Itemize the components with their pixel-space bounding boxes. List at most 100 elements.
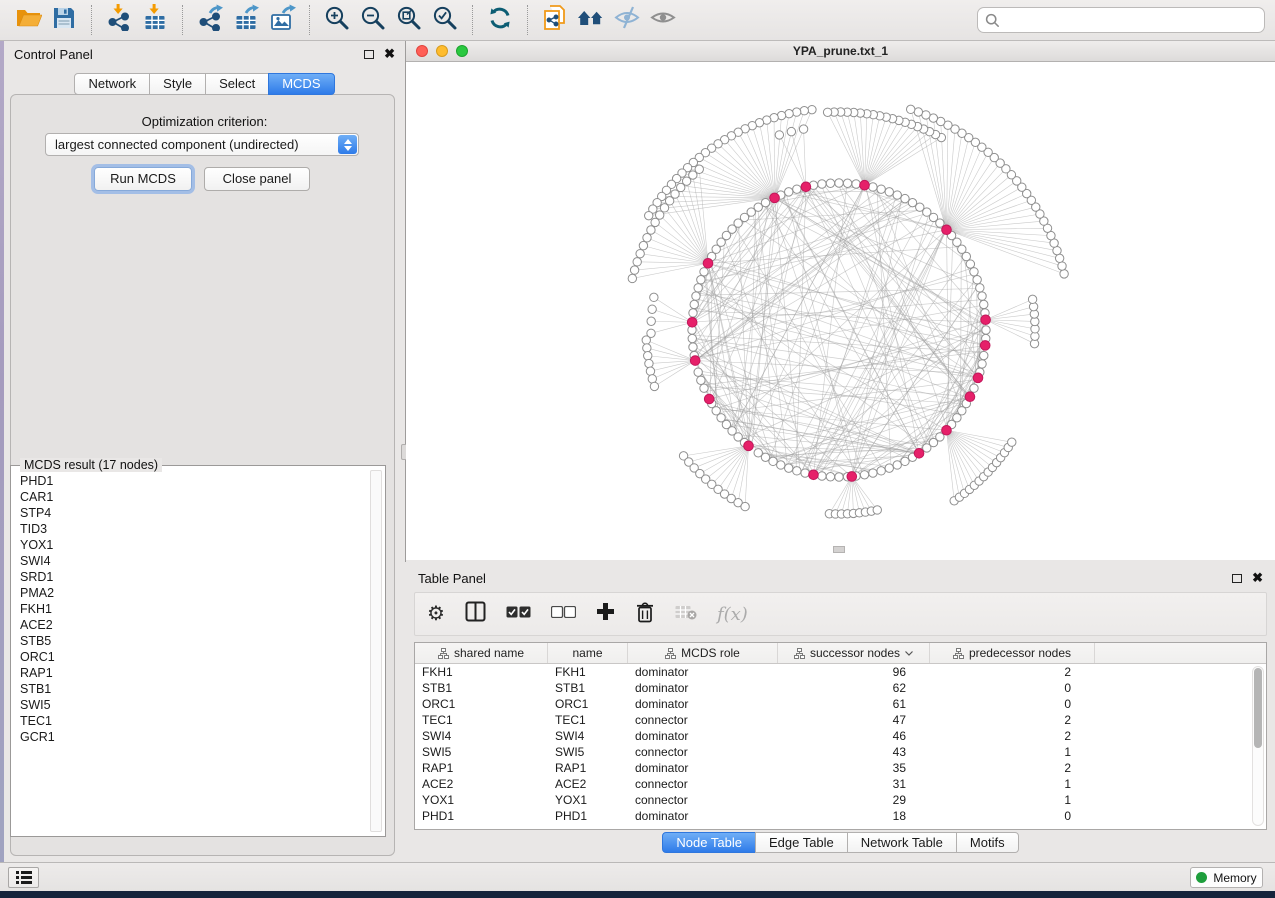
tab-edge-table[interactable]: Edge Table	[755, 832, 848, 853]
tab-motifs[interactable]: Motifs	[956, 832, 1019, 853]
tab-network-table[interactable]: Network Table	[847, 832, 957, 853]
zoom-out-icon	[360, 5, 386, 36]
run-mcds-button[interactable]: Run MCDS	[94, 167, 192, 191]
table-row[interactable]: PHD1PHD1dominator180	[415, 808, 1250, 824]
first-neighbors-button[interactable]	[573, 4, 609, 36]
table-row[interactable]: SWI5SWI5connector431	[415, 744, 1250, 760]
criterion-selected-value: largest connected component (undirected)	[55, 137, 299, 152]
zoom-in-button[interactable]	[319, 4, 355, 36]
mcds-result-item[interactable]: GCR1	[20, 729, 367, 745]
sort-descending-icon	[905, 651, 913, 656]
mcds-result-item[interactable]: SWI4	[20, 553, 367, 569]
status-bar: Memory	[0, 862, 1275, 891]
mcds-result-item[interactable]: FKH1	[20, 601, 367, 617]
mcds-result-item[interactable]: STP4	[20, 505, 367, 521]
table-toolbar: ⚙ f(x)	[414, 592, 1267, 636]
show-columns-button[interactable]	[465, 599, 486, 629]
save-session-button[interactable]	[46, 4, 82, 36]
table-row[interactable]: FKH1FKH1dominator962	[415, 664, 1250, 680]
clone-network-button[interactable]	[537, 4, 573, 36]
table-scrollbar-track[interactable]	[1252, 666, 1264, 826]
hide-selected-button[interactable]	[609, 4, 645, 36]
export-image-button[interactable]	[264, 4, 300, 36]
mcds-result-item[interactable]: SWI5	[20, 697, 367, 713]
open-file-button[interactable]	[10, 4, 46, 36]
table-row[interactable]: ORC1ORC1dominator610	[415, 696, 1250, 712]
float-panel-icon[interactable]	[1232, 574, 1242, 583]
create-column-button[interactable]	[596, 599, 615, 629]
column-header-name[interactable]: name	[548, 643, 628, 663]
memory-label: Memory	[1213, 871, 1256, 885]
import-table-button[interactable]	[137, 4, 173, 36]
import-network-button[interactable]	[101, 4, 137, 36]
delete-table-button-disabled[interactable]	[675, 599, 697, 629]
tab-node-table[interactable]: Node Table	[662, 832, 756, 853]
zoom-selected-button[interactable]	[427, 4, 463, 36]
export-image-icon	[269, 4, 296, 36]
memory-status-icon	[1196, 872, 1207, 883]
export-network-button[interactable]	[192, 4, 228, 36]
table-settings-button[interactable]: ⚙	[427, 599, 445, 629]
network-graph[interactable]	[406, 62, 1275, 560]
column-header-predecessor-nodes[interactable]: predecessor nodes	[930, 643, 1095, 663]
mcds-result-item[interactable]: YOX1	[20, 537, 367, 553]
tab-style[interactable]: Style	[149, 73, 206, 95]
column-header-successor-nodes[interactable]: successor nodes	[778, 643, 930, 663]
horizontal-splitter-handle[interactable]	[833, 546, 845, 553]
result-scrollbar-track[interactable]	[370, 470, 382, 832]
table-row[interactable]: TEC1TEC1connector472	[415, 712, 1250, 728]
mcds-result-item[interactable]: ACE2	[20, 617, 367, 633]
import-network-icon	[106, 4, 132, 36]
mcds-result-item[interactable]: PMA2	[20, 585, 367, 601]
close-panel-icon[interactable]: ✖	[384, 49, 395, 59]
show-all-button[interactable]	[645, 4, 681, 36]
table-row[interactable]: ACE2ACE2connector311	[415, 776, 1250, 792]
export-table-button[interactable]	[228, 4, 264, 36]
list-icon	[16, 871, 32, 884]
close-panel-icon[interactable]: ✖	[1252, 573, 1263, 583]
mcds-result-item[interactable]: ORC1	[20, 649, 367, 665]
control-panel-titlebar: Control Panel ✖	[4, 41, 405, 67]
status-list-button[interactable]	[8, 867, 39, 888]
select-all-columns-button[interactable]	[506, 599, 531, 629]
toolbar-separator	[309, 5, 310, 35]
search-box[interactable]	[977, 7, 1265, 33]
delete-column-button[interactable]	[635, 599, 655, 629]
clone-network-icon	[542, 4, 568, 36]
function-builder-button-disabled[interactable]: f(x)	[717, 599, 748, 629]
table-row[interactable]: STB1STB1dominator620	[415, 680, 1250, 696]
close-panel-button[interactable]: Close panel	[204, 167, 310, 191]
tab-network[interactable]: Network	[74, 73, 150, 95]
table-row[interactable]: SWI4SWI4dominator462	[415, 728, 1250, 744]
zoom-fit-button[interactable]	[391, 4, 427, 36]
column-header-shared-name[interactable]: shared name	[415, 643, 548, 663]
table-scrollbar-thumb[interactable]	[1254, 668, 1262, 748]
column-header-mcds-role[interactable]: MCDS role	[628, 643, 778, 663]
deselect-all-columns-button[interactable]	[551, 599, 576, 629]
tab-select[interactable]: Select	[205, 73, 269, 95]
mcds-result-item[interactable]: CAR1	[20, 489, 367, 505]
column-type-icon	[794, 648, 805, 659]
columns-icon	[465, 601, 486, 627]
mcds-result-item[interactable]: STB1	[20, 681, 367, 697]
export-network-icon	[197, 4, 223, 36]
mcds-result-item[interactable]: TID3	[20, 521, 367, 537]
search-input[interactable]	[1005, 10, 1257, 30]
mcds-result-item[interactable]: SRD1	[20, 569, 367, 585]
float-panel-icon[interactable]	[364, 50, 374, 59]
mcds-result-item[interactable]: PHD1	[20, 473, 367, 489]
mcds-result-item[interactable]: RAP1	[20, 665, 367, 681]
mcds-result-box: MCDS result (17 nodes) PHD1 CAR1 STP4 TI…	[10, 465, 386, 837]
memory-button[interactable]: Memory	[1190, 867, 1263, 888]
criterion-dropdown[interactable]: largest connected component (undirected)	[45, 133, 359, 156]
main-toolbar	[0, 0, 1275, 41]
zoom-out-button[interactable]	[355, 4, 391, 36]
mcds-result-item[interactable]: STB5	[20, 633, 367, 649]
table-row[interactable]: YOX1YOX1connector291	[415, 792, 1250, 808]
column-header-filler	[1095, 643, 1266, 663]
refresh-layout-button[interactable]	[482, 4, 518, 36]
mcds-result-item[interactable]: TEC1	[20, 713, 367, 729]
table-row[interactable]: RAP1RAP1dominator352	[415, 760, 1250, 776]
toolbar-separator	[472, 5, 473, 35]
tab-mcds[interactable]: MCDS	[268, 73, 334, 95]
